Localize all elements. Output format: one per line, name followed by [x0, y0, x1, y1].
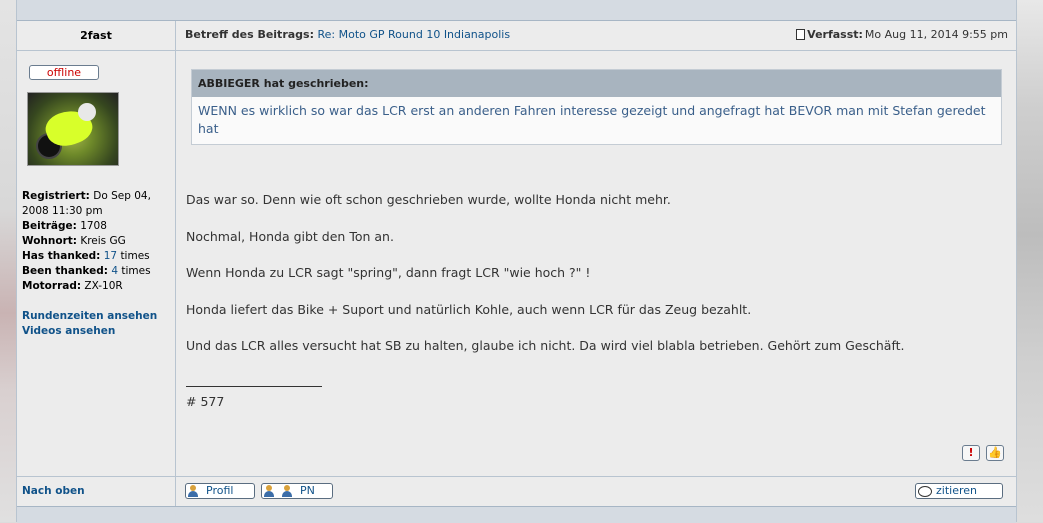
- posted-date: Mo Aug 11, 2014 9:55 pm: [864, 28, 1008, 41]
- posts-value: 1708: [80, 220, 107, 232]
- column-divider: [175, 21, 176, 506]
- been-thanked-label: Been thanked:: [22, 265, 108, 277]
- header-divider: [17, 50, 1016, 51]
- bike-value: ZX-10R: [84, 280, 123, 292]
- been-thanked-count[interactable]: 4: [111, 265, 118, 277]
- subject-link[interactable]: Re: Moto GP Round 10 Indianapolis: [317, 28, 510, 41]
- profile-links: Rundenzeiten ansehen Videos ansehen: [22, 309, 157, 339]
- profile-button[interactable]: Profil: [185, 483, 255, 499]
- avatar-rider: [78, 103, 96, 121]
- post-paragraph: Das war so. Denn wie oft schon geschrieb…: [186, 192, 671, 207]
- profile-info: Registriert: Do Sep 04, 2008 11:30 pm Be…: [22, 189, 172, 294]
- quote-text: WENN es wirklich so war das LCR erst an …: [198, 103, 986, 136]
- private-message-button[interactable]: PN: [261, 483, 333, 499]
- signature-divider: [186, 386, 322, 387]
- bike-label: Motorrad:: [22, 280, 82, 292]
- post-subject: Betreff des Beitrags: Re: Moto GP Round …: [185, 28, 510, 41]
- back-to-top-link[interactable]: Nach oben: [22, 485, 85, 497]
- post-body: Das war so. Denn wie oft schon geschrieb…: [186, 191, 1006, 374]
- user-icon: [188, 485, 202, 497]
- pn-button-label: PN: [300, 484, 315, 497]
- videos-link[interactable]: Videos ansehen: [22, 324, 157, 339]
- background-left-edge: [0, 0, 16, 522]
- post-paragraph: Und das LCR alles versucht hat SB zu hal…: [186, 338, 905, 353]
- subject-label: Betreff des Beitrags:: [185, 28, 314, 41]
- post-container: 2fast Betreff des Beitrags: Re: Moto GP …: [16, 0, 1017, 523]
- registered-label: Registriert:: [22, 190, 90, 202]
- quote-header: ABBIEGER hat geschrieben:: [192, 70, 1001, 97]
- profile-button-label: Profil: [206, 484, 234, 497]
- post-paragraph: Honda liefert das Bike + Suport und natü…: [186, 301, 752, 317]
- has-thanked-count[interactable]: 17: [104, 250, 117, 262]
- post-paragraph: Wenn Honda zu LCR sagt "spring", dann fr…: [186, 265, 591, 280]
- thumbs-up-icon[interactable]: 👍: [986, 445, 1004, 461]
- signature: # 577: [186, 394, 225, 409]
- users-icon: [282, 485, 296, 497]
- post-icon[interactable]: [796, 29, 806, 40]
- residence-value: Kreis GG: [80, 235, 126, 247]
- footer-divider: [17, 476, 1016, 477]
- post-author[interactable]: 2fast: [17, 21, 175, 50]
- has-thanked-unit: times: [120, 250, 150, 262]
- lap-times-link[interactable]: Rundenzeiten ansehen: [22, 309, 157, 324]
- posted-label: Verfasst:: [807, 28, 863, 41]
- top-bar: [17, 0, 1016, 21]
- background-right-edge: [1015, 0, 1043, 522]
- report-icon[interactable]: !: [962, 445, 980, 461]
- quote-box: ABBIEGER hat geschrieben: WENN es wirkli…: [191, 69, 1002, 145]
- status-badge: offline: [29, 65, 99, 80]
- residence-label: Wohnort:: [22, 235, 77, 247]
- quote-button-label: zitieren: [936, 484, 977, 497]
- post-paragraph: Nochmal, Honda gibt den Ton an.: [186, 228, 394, 244]
- been-thanked-unit: times: [121, 265, 151, 277]
- has-thanked-label: Has thanked:: [22, 250, 101, 262]
- avatar[interactable]: [27, 92, 119, 166]
- posts-label: Beiträge:: [22, 220, 77, 232]
- post-date: Verfasst: Mo Aug 11, 2014 9:55 pm: [796, 28, 1008, 41]
- quote-button[interactable]: zitieren: [915, 483, 1003, 499]
- speech-bubble-icon: [918, 485, 932, 497]
- bottom-bar: [17, 506, 1016, 523]
- users-icon: [264, 485, 278, 497]
